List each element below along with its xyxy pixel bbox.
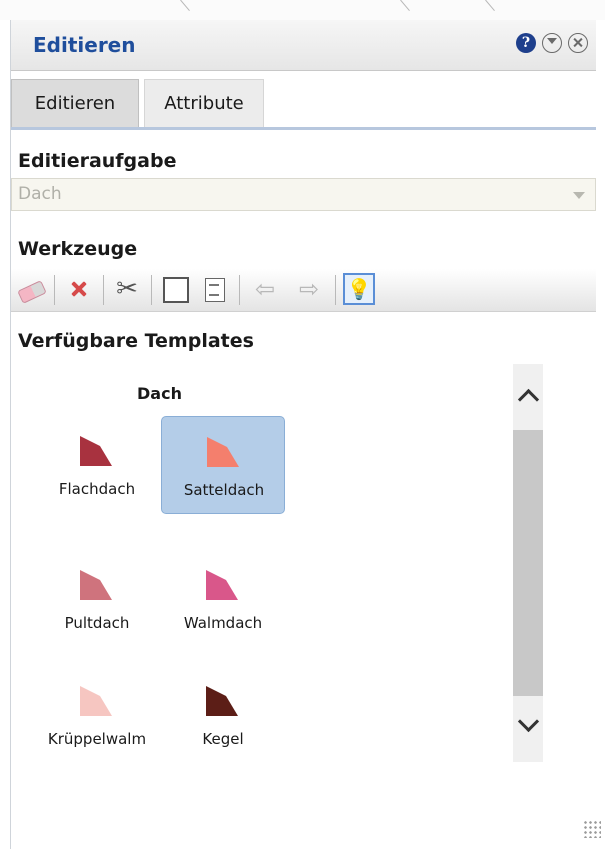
roof-swatch-icon	[207, 437, 239, 467]
template-item-flachdach[interactable]: Flachdach	[35, 416, 159, 514]
template-label: Flachdach	[58, 480, 136, 498]
undo-icon[interactable]: ⇦	[249, 273, 281, 305]
roof-swatch-icon	[80, 436, 112, 466]
tab-editieren[interactable]: Editieren	[11, 79, 139, 127]
resize-grip-icon[interactable]	[583, 820, 601, 838]
chevron-down-icon[interactable]	[573, 192, 585, 199]
scrollbar-thumb[interactable]	[513, 430, 543, 696]
tab-bar: Editieren Attribute	[11, 71, 596, 130]
tab-attribute[interactable]: Attribute	[144, 79, 264, 127]
template-label: Walmdach	[183, 614, 263, 632]
close-icon[interactable]	[568, 33, 588, 53]
roof-swatch-icon	[206, 570, 238, 600]
templates-list: Dach Flachdach Satteldach Pultdach Walmd…	[11, 360, 531, 790]
edit-task-heading: Editieraufgabe	[18, 150, 177, 172]
template-item-pultdach[interactable]: Pultdach	[35, 550, 159, 648]
template-item-kruppelwalm[interactable]: Krüppelwalm	[35, 666, 159, 764]
roof-swatch-icon	[80, 570, 112, 600]
roof-swatch-icon	[80, 686, 112, 716]
tools-heading: Werkzeuge	[18, 238, 138, 260]
edit-task-value: Dach	[18, 184, 62, 204]
scissors-icon[interactable]: ✂	[111, 273, 143, 305]
templates-heading: Verfügbare Templates	[18, 330, 254, 352]
template-item-kegel[interactable]: Kegel	[161, 666, 285, 764]
template-label: Satteldach	[183, 481, 265, 499]
edit-panel: Editieren ? Editieren Attribute Editiera…	[10, 20, 605, 849]
eraser-icon[interactable]	[15, 273, 47, 305]
template-label: Pultdach	[64, 614, 130, 632]
roof-swatch-icon	[206, 686, 238, 716]
tools-toolbar: ✂ ⇦ ⇨ 💡	[11, 269, 596, 312]
edit-task-select[interactable]: Dach	[11, 178, 596, 211]
delete-icon[interactable]	[63, 273, 95, 305]
rectangle-icon[interactable]	[159, 273, 191, 305]
template-group-label: Dach	[137, 384, 182, 403]
toolbar-separator	[335, 275, 336, 305]
template-label: Krüppelwalm	[47, 730, 147, 748]
templates-scrollbar[interactable]	[513, 364, 543, 762]
note-icon[interactable]	[199, 273, 231, 305]
background-line	[485, 0, 495, 12]
redo-icon[interactable]: ⇨	[293, 273, 325, 305]
scroll-up-icon[interactable]	[513, 364, 543, 430]
scroll-down-icon[interactable]	[513, 696, 543, 762]
panel-title: Editieren	[33, 33, 136, 57]
template-item-satteldach[interactable]: Satteldach	[161, 416, 285, 514]
help-icon[interactable]: ?	[516, 33, 536, 53]
lightbulb-icon[interactable]: 💡	[343, 273, 375, 305]
toolbar-separator	[103, 275, 104, 305]
panel-titlebar: Editieren ?	[11, 20, 596, 71]
toolbar-separator	[151, 275, 152, 305]
toolbar-separator	[54, 275, 55, 305]
template-item-walmdach[interactable]: Walmdach	[161, 550, 285, 648]
background-line	[180, 0, 190, 12]
background-line	[400, 0, 410, 12]
collapse-icon[interactable]	[542, 33, 562, 53]
template-label: Kegel	[202, 730, 244, 748]
background-strip	[0, 0, 605, 20]
toolbar-separator	[239, 275, 240, 305]
